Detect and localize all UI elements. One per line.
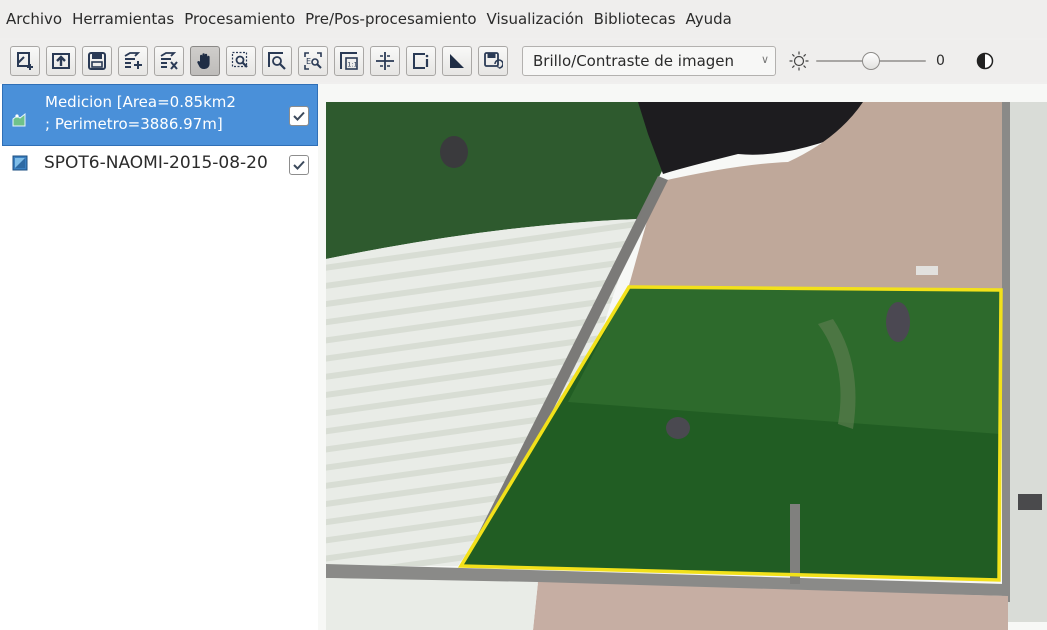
- brightness-value: 0: [936, 53, 945, 69]
- menu-visualizacion[interactable]: Visualización: [485, 10, 592, 28]
- open-button[interactable]: [46, 46, 76, 76]
- zoom-extent-button[interactable]: E: [298, 46, 328, 76]
- field-right-strip: [1008, 102, 1047, 622]
- slider-handle[interactable]: [862, 52, 880, 70]
- menu-herramientas[interactable]: Herramientas: [70, 10, 182, 28]
- pan-button[interactable]: [190, 46, 220, 76]
- zoom-region-button[interactable]: [226, 46, 256, 76]
- toolbar: E 1:1 Brillo/Contraste de imagen ∨ 0: [0, 40, 1047, 82]
- brightness-icon: [789, 51, 809, 71]
- open-icon: [52, 53, 70, 69]
- info-icon: [413, 53, 429, 69]
- menu-bibliotecas[interactable]: Bibliotecas: [592, 10, 684, 28]
- save-icon: [88, 52, 106, 70]
- crosshair-icon: [376, 52, 394, 70]
- svg-text:1:1: 1:1: [347, 61, 357, 69]
- raster-layer-icon: [12, 155, 28, 171]
- building: [1018, 494, 1042, 510]
- info-button[interactable]: [406, 46, 436, 76]
- vector-layer-icon: [12, 112, 26, 127]
- layer-item-medicion[interactable]: Medicion [Area=0.85km2 ; Perimetro=3886.…: [2, 84, 318, 146]
- road-vertical: [790, 504, 800, 584]
- road-right: [1002, 102, 1010, 602]
- map-canvas[interactable]: [318, 84, 1047, 630]
- new-layer-icon: [17, 52, 33, 70]
- layer-label: SPOT6-NAOMI-2015-08-20: [44, 153, 268, 173]
- zoom-region-icon: [231, 51, 248, 68]
- measure-button[interactable]: [442, 46, 472, 76]
- remove-band-button[interactable]: [154, 46, 184, 76]
- crosshair-button[interactable]: [370, 46, 400, 76]
- layer-visibility-checkbox[interactable]: [289, 106, 309, 126]
- measure-icon: [450, 54, 464, 68]
- contrast-icon[interactable]: [976, 52, 994, 70]
- save-button[interactable]: [82, 46, 112, 76]
- add-band-button[interactable]: [118, 46, 148, 76]
- pan-hand-icon: [197, 53, 210, 69]
- brightness-slider[interactable]: [816, 48, 926, 74]
- new-layer-button[interactable]: [10, 46, 40, 76]
- layer-label-line1: Medicion [Area=0.85km2: [45, 93, 236, 111]
- remove-band-icon: [160, 52, 178, 70]
- zoom-in-icon: [268, 52, 286, 70]
- svg-text:E: E: [306, 57, 311, 66]
- checkmark-icon: [293, 160, 305, 170]
- enhancement-select-value: Brillo/Contraste de imagen: [533, 52, 735, 70]
- zoom-in-button[interactable]: [262, 46, 292, 76]
- menu-archivo[interactable]: Archivo: [4, 10, 70, 28]
- satellite-image: [318, 84, 1047, 630]
- layer-label-line2: ; Perimetro=3886.97m]: [45, 115, 223, 133]
- menu-procesamiento[interactable]: Procesamiento: [182, 10, 303, 28]
- chevron-down-icon: ∨: [760, 53, 769, 66]
- tree-clump: [666, 417, 690, 439]
- tree-clump: [886, 302, 910, 342]
- checkmark-icon: [293, 111, 305, 121]
- menu-pre-pos-procesamiento[interactable]: Pre/Pos-procesamiento: [303, 10, 484, 28]
- save-view-icon: [484, 52, 503, 69]
- zoom-1to1-button[interactable]: 1:1: [334, 46, 364, 76]
- enhancement-select[interactable]: Brillo/Contraste de imagen ∨: [522, 46, 776, 76]
- add-band-icon: [124, 52, 142, 69]
- tree-clump: [440, 136, 468, 168]
- zoom-extent-icon: E: [304, 52, 322, 70]
- layer-panel: Medicion [Area=0.85km2 ; Perimetro=3886.…: [0, 84, 318, 630]
- layer-visibility-checkbox[interactable]: [289, 155, 309, 175]
- zoom-1to1-icon: 1:1: [340, 52, 358, 70]
- building: [916, 266, 938, 275]
- layer-item-spot6[interactable]: SPOT6-NAOMI-2015-08-20: [0, 150, 318, 180]
- menu-bar: Archivo Herramientas Procesamiento Pre/P…: [0, 0, 1047, 38]
- menu-ayuda[interactable]: Ayuda: [684, 10, 740, 28]
- field-bottom-left: [326, 578, 538, 630]
- save-view-button[interactable]: [478, 46, 508, 76]
